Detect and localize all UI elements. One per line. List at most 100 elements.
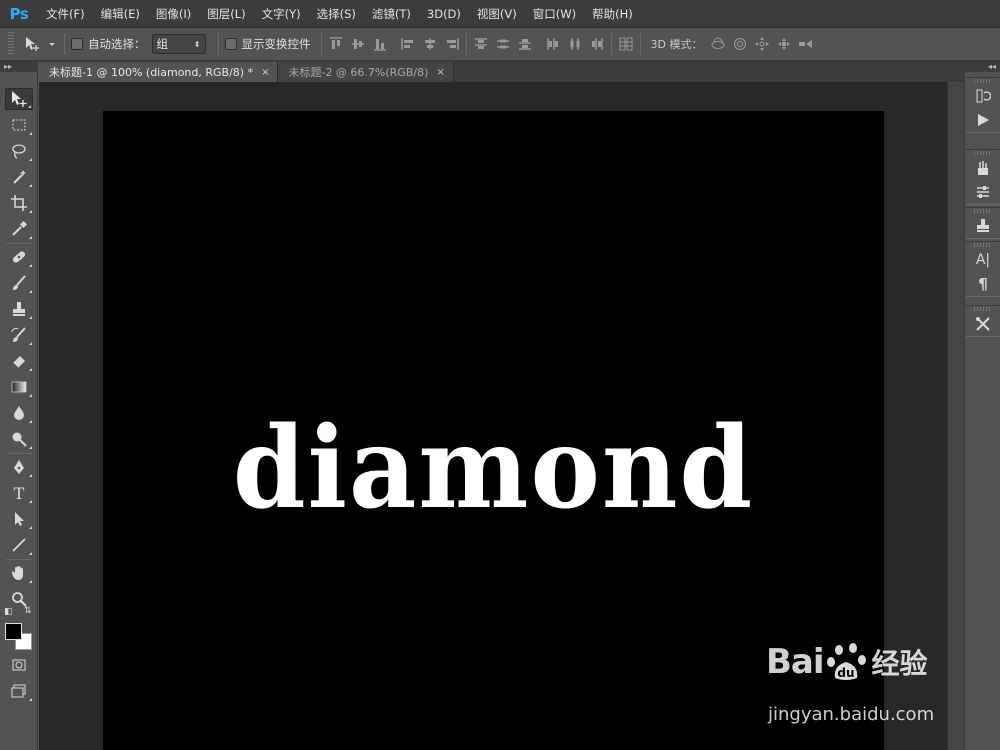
svg-text:du: du (837, 666, 854, 680)
menu-view[interactable]: 视图(V) (469, 0, 525, 28)
pan-3d-icon[interactable] (754, 36, 770, 52)
auto-align-icon[interactable] (618, 36, 634, 52)
dodge-tool[interactable] (5, 428, 33, 450)
distribute-hcenter-icon[interactable] (567, 36, 583, 52)
group-grip[interactable] (974, 79, 992, 83)
menu-select[interactable]: 选择(S) (309, 0, 364, 28)
path-selection-tool[interactable] (5, 508, 33, 530)
actions-panel-button[interactable] (966, 108, 1000, 132)
lasso-tool[interactable] (5, 140, 33, 162)
paw-icon: du (826, 643, 866, 680)
type-tool[interactable]: T (5, 482, 33, 504)
align-top-icon[interactable] (328, 36, 344, 52)
align-bottom-icon[interactable] (372, 36, 388, 52)
canvas-text-layer[interactable]: diamond (103, 411, 884, 524)
group-grip[interactable] (974, 307, 992, 311)
menu-file[interactable]: 文件(F) (38, 0, 93, 28)
brush-panel-button[interactable] (966, 180, 1000, 204)
foreground-color-swatch[interactable] (5, 623, 22, 640)
tab-document-1[interactable]: 未标题-1 @ 100% (diamond, RGB/8) * × (39, 62, 279, 82)
eyedropper-tool[interactable] (5, 218, 33, 240)
line-tool[interactable] (5, 534, 33, 556)
eraser-tool[interactable] (5, 350, 33, 372)
divider (320, 33, 322, 55)
rotate-3d-icon[interactable] (710, 36, 726, 52)
clone-source-button[interactable] (966, 214, 1000, 238)
divider (64, 33, 65, 55)
move-icon (12, 91, 27, 107)
swap-colors-icon[interactable]: ⇅ (24, 606, 32, 616)
menu-help[interactable]: 帮助(H) (584, 0, 641, 28)
right-dock-header[interactable]: ◂◂ (965, 61, 1000, 72)
distribute-vcenter-icon[interactable] (495, 36, 511, 52)
menu-filter[interactable]: 滤镜(T) (364, 0, 419, 28)
tab-document-2[interactable]: 未标题-2 @ 66.7%(RGB/8) × (278, 62, 454, 82)
watermark-url: jingyan.baidu.com (768, 704, 935, 725)
dock-group-type: A| ¶ (966, 241, 1000, 297)
distribute-bottom-icon[interactable] (517, 36, 533, 52)
distribute-left-icon[interactable] (545, 36, 561, 52)
history-brush-tool[interactable] (5, 324, 33, 346)
auto-select-checkbox[interactable] (71, 38, 83, 50)
magic-wand-tool[interactable] (5, 166, 33, 188)
pen-tool[interactable] (5, 456, 33, 478)
menu-image[interactable]: 图像(I) (148, 0, 199, 28)
toolbar-divider (6, 243, 32, 244)
tool-presets-button[interactable] (966, 312, 1000, 336)
align-left-icon[interactable] (400, 36, 416, 52)
blur-tool[interactable] (5, 402, 33, 424)
ps-logo: Ps (9, 4, 29, 23)
gradient-tool[interactable] (5, 376, 33, 398)
eyedropper-icon (12, 220, 28, 236)
default-colors-icon[interactable]: ◧ (4, 607, 13, 617)
brush-presets-button[interactable] (966, 156, 1000, 180)
tool-preset-picker[interactable] (18, 28, 58, 61)
scale-3d-icon[interactable] (798, 36, 814, 52)
menu-window[interactable]: 窗口(W) (525, 0, 584, 28)
screen-mode-button[interactable] (5, 680, 33, 702)
collapse-icon[interactable]: ▸▸ (4, 62, 12, 71)
slide-3d-icon[interactable] (776, 36, 792, 52)
clone-stamp-tool[interactable] (5, 298, 33, 320)
tools-panel-header[interactable]: ▸▸ (0, 61, 37, 72)
auto-select-dropdown[interactable]: 组 ⬍ (151, 34, 206, 54)
roll-3d-icon[interactable] (732, 36, 748, 52)
distribute-top-icon[interactable] (473, 36, 489, 52)
crop-tool[interactable] (5, 192, 33, 214)
quick-mask-button[interactable] (5, 654, 33, 676)
menu-edit[interactable]: 编辑(E) (93, 0, 148, 28)
align-right-icon[interactable] (444, 36, 460, 52)
brush-presets-icon (978, 161, 988, 175)
close-icon[interactable]: × (261, 67, 269, 78)
marquee-tool[interactable] (5, 114, 33, 136)
distribute-right-icon[interactable] (589, 36, 605, 52)
path-select-icon (15, 512, 24, 526)
group-grip[interactable] (974, 243, 992, 247)
crop-icon (11, 195, 27, 211)
photoshop-window: Ps 文件(F) 编辑(E) 图像(I) 图层(L) 文字(Y) 选择(S) 滤… (0, 0, 1000, 750)
close-icon[interactable]: × (436, 67, 444, 78)
align-vcenter-icon[interactable] (350, 36, 366, 52)
dock-group-brushes (966, 149, 1000, 205)
history-panel-button[interactable] (966, 84, 1000, 108)
group-grip[interactable] (974, 209, 992, 213)
paragraph-panel-button[interactable]: ¶ (966, 272, 1000, 296)
align-hcenter-icon[interactable] (422, 36, 438, 52)
character-panel-button[interactable]: A| (966, 248, 1000, 272)
quick-mask-icon (12, 659, 26, 671)
hand-tool[interactable] (5, 562, 33, 584)
auto-select-value: 组 (156, 37, 169, 51)
brush-tool[interactable] (5, 272, 33, 294)
move-tool[interactable] (5, 88, 33, 110)
dock-group-tools (966, 305, 1000, 337)
updown-arrow-icon: ⬍ (193, 39, 201, 49)
menu-3d[interactable]: 3D(D) (419, 0, 469, 28)
menu-type[interactable]: 文字(Y) (254, 0, 309, 28)
menu-layer[interactable]: 图层(L) (199, 0, 253, 28)
show-transform-checkbox[interactable] (224, 38, 237, 50)
dock-group-clone (966, 207, 1000, 239)
healing-tool[interactable] (5, 246, 33, 268)
group-grip[interactable] (974, 151, 992, 155)
collapse-icon[interactable]: ◂◂ (988, 62, 996, 71)
options-grip[interactable] (8, 32, 14, 56)
